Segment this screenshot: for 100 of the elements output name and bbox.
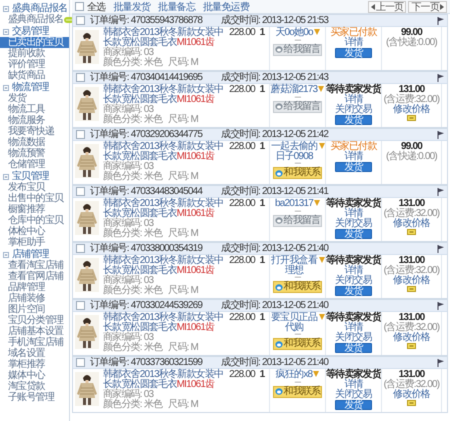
contact-button[interactable]: 给我留言	[272, 44, 322, 56]
product-title[interactable]: 韩都衣舍2013秋冬新款女装中长款宽松圆套毛衣MI1061齿	[103, 313, 227, 333]
batch-action-link[interactable]: 批量备忘	[158, 0, 196, 14]
edit-price-link[interactable]: 修改价格	[393, 219, 430, 229]
sidebar-item[interactable]: 宝贝分类管理	[0, 315, 69, 326]
contact-button[interactable]: 和我联系	[272, 386, 322, 398]
ship-button[interactable]: 发货	[335, 229, 372, 239]
coupon-icon[interactable]	[407, 286, 416, 292]
edit-price-link[interactable]: 修改价格	[393, 333, 430, 343]
sidebar-item[interactable]: 图片空间	[0, 304, 69, 315]
sidebar-item[interactable]: 淘宝贷款	[0, 381, 69, 392]
ship-button[interactable]: 发货	[335, 115, 372, 125]
contact-button[interactable]: 和我联系	[272, 167, 322, 179]
sidebar-section-title[interactable]: 盛典商品报名	[12, 3, 68, 14]
sidebar-item[interactable]: 物流服务	[0, 115, 69, 126]
sidebar-item[interactable]: 橱窗推荐	[0, 204, 69, 215]
sidebar-item[interactable]: 物流数据	[0, 137, 69, 148]
order-checkbox[interactable]	[76, 301, 85, 310]
sidebar-item[interactable]: 缺货商品	[0, 70, 69, 81]
sidebar-item[interactable]: 出售中的宝贝	[0, 193, 69, 204]
coupon-icon[interactable]	[407, 115, 416, 121]
sidebar-section-title[interactable]: 宝贝管理	[12, 171, 49, 182]
sidebar-item[interactable]: 店铺装修	[0, 293, 69, 304]
flag-icon[interactable]	[437, 130, 444, 138]
select-all-checkbox[interactable]	[75, 2, 84, 11]
order-link[interactable]: 关闭交易	[335, 219, 372, 229]
order-link[interactable]: 详情	[344, 38, 363, 48]
product-title[interactable]: 韩都衣舍2013秋冬新款女装中长款宽松圆套毛衣MI1061齿	[103, 28, 227, 48]
sidebar-item[interactable]: 已卖出的宝贝	[0, 37, 69, 48]
ship-button[interactable]: 发货	[335, 400, 372, 410]
order-checkbox[interactable]	[76, 16, 85, 25]
contact-button[interactable]: 和我联系	[272, 338, 322, 350]
sidebar-item[interactable]: 我要寄快递	[0, 126, 69, 137]
sidebar-item[interactable]: 提前收款	[0, 48, 69, 59]
contact-button[interactable]: 给我留言	[272, 214, 322, 226]
buyer-name[interactable]: 打开我盒看理想	[270, 256, 318, 275]
buyer-name[interactable]: 一起去偷的日子0908	[270, 142, 318, 161]
order-link[interactable]: 关闭交易	[335, 276, 372, 286]
sidebar-item[interactable]: 店铺基本设置	[0, 326, 69, 337]
contact-button[interactable]: 给我留言	[272, 100, 322, 112]
sidebar-item[interactable]: 仓库中的宝贝	[0, 215, 69, 226]
sidebar-item[interactable]: 发布宝贝	[0, 182, 69, 193]
buyer-name[interactable]: 疯狂的x8	[276, 370, 312, 380]
coupon-icon[interactable]	[407, 343, 416, 349]
coupon-icon[interactable]	[407, 400, 416, 406]
order-link[interactable]: 详情	[344, 266, 363, 276]
flag-icon[interactable]	[437, 244, 444, 252]
ship-button[interactable]: 发货	[335, 343, 372, 353]
product-title[interactable]: 韩都衣舍2013秋冬新款女装中长款宽松圆套毛衣MI1061齿	[103, 370, 227, 390]
sidebar-item[interactable]: 掌柜推荐	[0, 359, 69, 370]
sidebar-item[interactable]: 评价管理	[0, 59, 69, 70]
sidebar-item[interactable]: 手机淘宝店铺	[0, 337, 69, 348]
edit-price-link[interactable]: 修改价格	[393, 390, 430, 400]
product-title[interactable]: 韩都衣舍2013秋冬新款女装中长款宽松圆套毛衣MI1061齿	[103, 199, 227, 219]
order-link[interactable]: 关闭交易	[335, 105, 372, 115]
buyer-name[interactable]: 要宝贝正品代购	[270, 313, 318, 332]
flag-icon[interactable]	[437, 358, 444, 366]
order-checkbox[interactable]	[76, 244, 85, 253]
order-link[interactable]: 详情	[344, 380, 363, 390]
sidebar-item[interactable]: 域名设置	[0, 348, 69, 359]
coupon-icon[interactable]	[407, 229, 416, 235]
contact-button[interactable]: 和我联系	[272, 281, 322, 293]
next-page-button[interactable]: 下一页	[408, 0, 447, 12]
sidebar-item[interactable]: 子账号管理	[0, 392, 69, 403]
edit-price-link[interactable]: 修改价格	[393, 105, 430, 115]
sidebar-section-title[interactable]: 店铺管理	[12, 249, 49, 260]
sidebar-item[interactable]: 媒体中心	[0, 370, 69, 381]
order-link[interactable]: 详情	[344, 152, 363, 162]
ship-button[interactable]: 发货	[335, 162, 372, 172]
batch-action-link[interactable]: 批量免运费	[203, 0, 250, 14]
order-checkbox[interactable]	[76, 73, 85, 82]
sidebar-item[interactable]: 物流预警	[0, 148, 69, 159]
sidebar-item[interactable]: 掌柜助手	[0, 237, 69, 248]
product-title[interactable]: 韩都衣舍2013秋冬新款女装中长款宽松圆套毛衣MI1061齿	[103, 85, 227, 105]
order-checkbox[interactable]	[76, 130, 85, 139]
batch-action-link[interactable]: 批量发货	[113, 0, 150, 14]
order-link[interactable]: 关闭交易	[335, 390, 372, 400]
buyer-name[interactable]: ba201317	[274, 199, 314, 208]
sidebar-section-title[interactable]: 物流管理	[12, 82, 49, 93]
order-link[interactable]: 详情	[344, 95, 363, 105]
buyer-name[interactable]: 天0o她0o	[275, 28, 313, 38]
flag-icon[interactable]	[437, 188, 444, 196]
sidebar-item[interactable]: 发货	[0, 93, 69, 104]
flag-icon[interactable]	[437, 74, 444, 82]
sidebar-item[interactable]: 查看官网店铺	[0, 271, 69, 282]
ship-button[interactable]: 发货	[335, 48, 372, 58]
flag-icon[interactable]	[437, 16, 444, 24]
sidebar-item[interactable]: 仓储管理	[0, 159, 69, 170]
sidebar-section-title[interactable]: 交易管理	[12, 26, 49, 37]
product-title[interactable]: 韩都衣舍2013秋冬新款女装中长款宽松圆套毛衣MI1061齿	[103, 142, 227, 162]
sidebar-item[interactable]: 体检中心	[0, 226, 69, 237]
previous-page-button[interactable]: 上一页	[368, 0, 406, 12]
order-link[interactable]: 关闭交易	[335, 333, 372, 343]
order-link[interactable]: 详情	[344, 323, 363, 333]
flag-icon[interactable]	[437, 302, 444, 310]
ship-button[interactable]: 发货	[335, 286, 372, 296]
sidebar-item[interactable]: 物流工具	[0, 104, 69, 115]
edit-price-link[interactable]: 修改价格	[393, 276, 430, 286]
sidebar-item[interactable]: 查看淘宝店铺	[0, 260, 69, 271]
order-checkbox[interactable]	[76, 187, 85, 196]
